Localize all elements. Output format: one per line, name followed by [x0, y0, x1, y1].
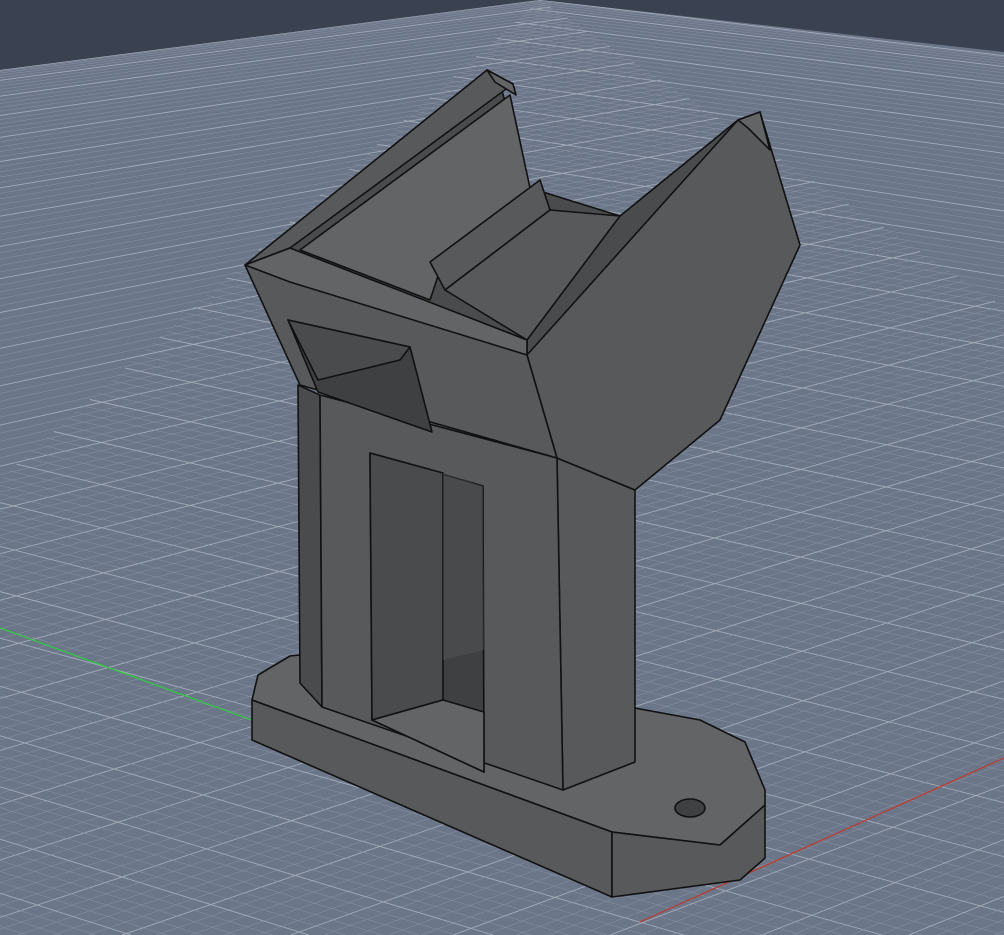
window-inner-side — [369, 452, 444, 721]
window-back — [443, 473, 484, 660]
3d-viewport[interactable] — [0, 0, 1004, 935]
mounting-hole — [674, 798, 706, 818]
column-left-face — [297, 384, 323, 708]
scene-canvas[interactable] — [0, 0, 1004, 935]
column-right-face — [556, 457, 636, 791]
